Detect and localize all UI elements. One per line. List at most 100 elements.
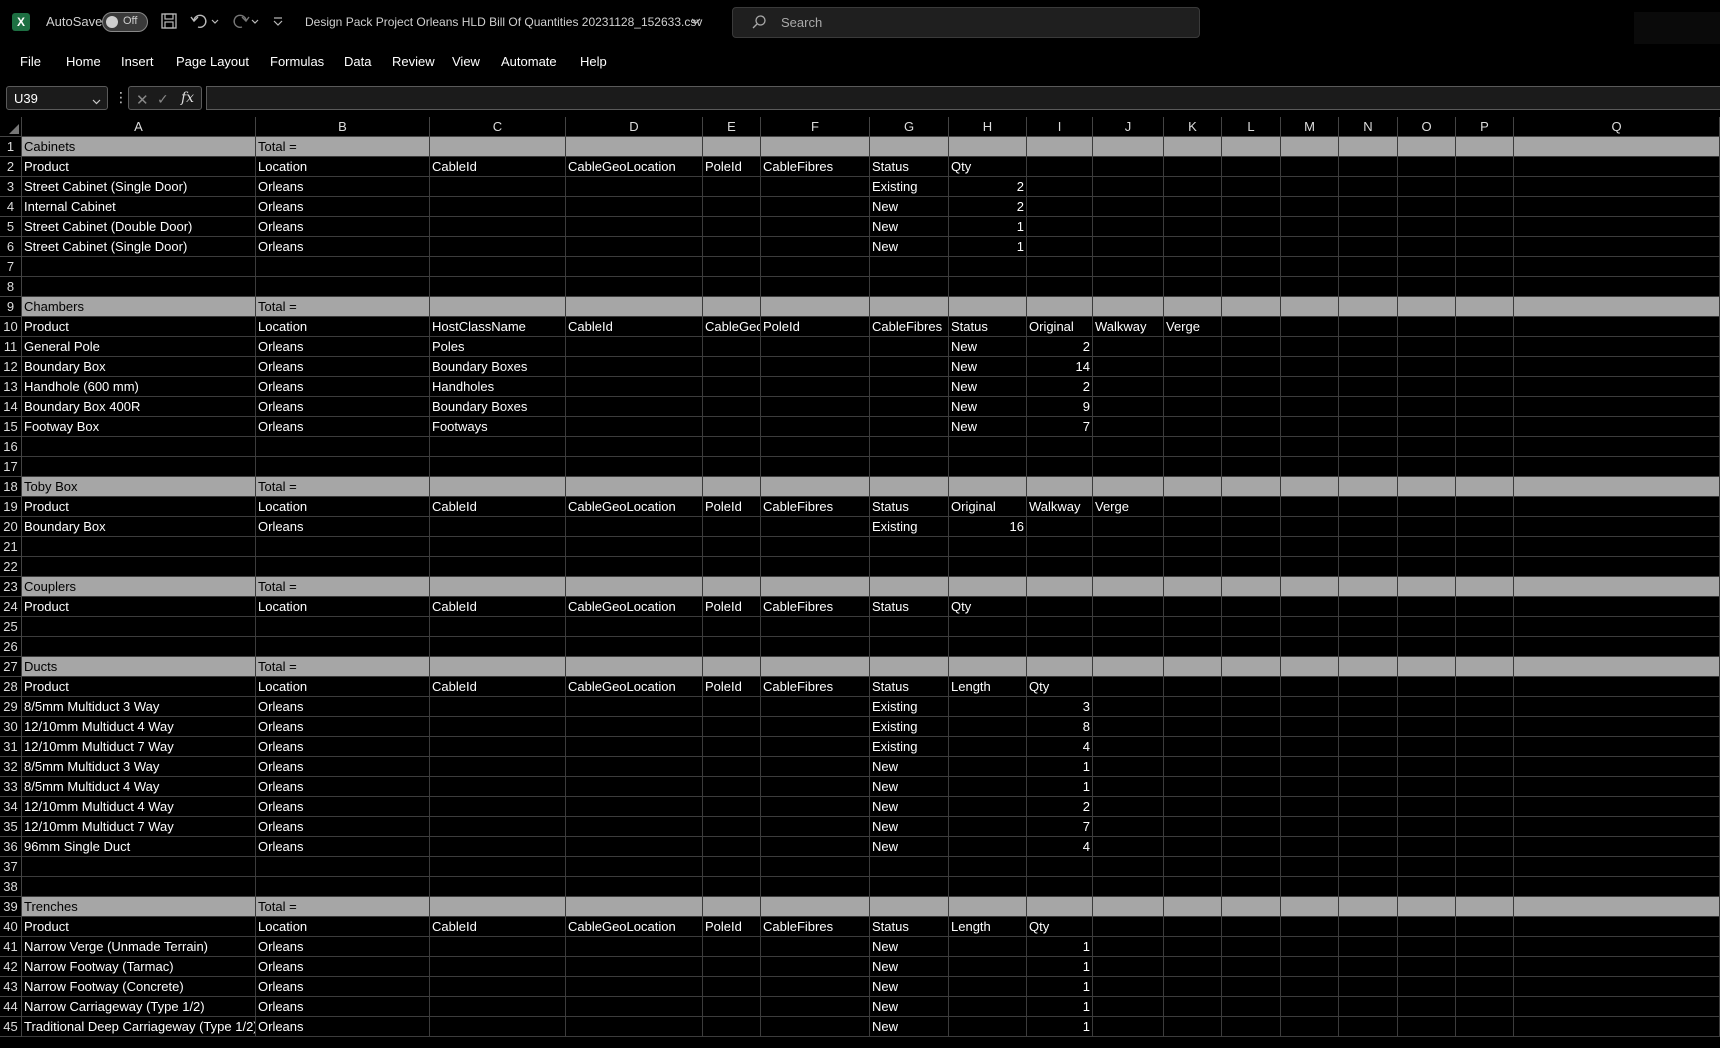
row-header[interactable]: 45: [0, 1017, 22, 1037]
cell-p31[interactable]: [1456, 737, 1514, 757]
cell-m38[interactable]: [1281, 877, 1339, 897]
cell-j34[interactable]: [1093, 797, 1164, 817]
cell-h17[interactable]: [949, 457, 1027, 477]
cell-d29[interactable]: [566, 697, 703, 717]
cell-b42[interactable]: Orleans: [256, 957, 430, 977]
cell-n42[interactable]: [1339, 957, 1398, 977]
cell-f22[interactable]: [761, 557, 870, 577]
cell-d11[interactable]: [566, 337, 703, 357]
cell-j44[interactable]: [1093, 997, 1164, 1017]
column-header-g[interactable]: G: [870, 117, 949, 137]
cell-l10[interactable]: [1222, 317, 1281, 337]
cell-l41[interactable]: [1222, 937, 1281, 957]
cell-i24[interactable]: [1027, 597, 1093, 617]
cell-k36[interactable]: [1164, 837, 1222, 857]
cell-f13[interactable]: [761, 377, 870, 397]
cell-j43[interactable]: [1093, 977, 1164, 997]
cell-f4[interactable]: [761, 197, 870, 217]
column-header-o[interactable]: O: [1398, 117, 1456, 137]
column-header-c[interactable]: C: [430, 117, 566, 137]
cell-j17[interactable]: [1093, 457, 1164, 477]
cell-o9[interactable]: [1398, 297, 1456, 317]
cell-m39[interactable]: [1281, 897, 1339, 917]
cell-o14[interactable]: [1398, 397, 1456, 417]
cell-d27[interactable]: [566, 657, 703, 677]
cell-p1[interactable]: [1456, 137, 1514, 157]
cell-j14[interactable]: [1093, 397, 1164, 417]
cell-l39[interactable]: [1222, 897, 1281, 917]
cell-a25[interactable]: [22, 617, 256, 637]
cell-a35[interactable]: 12/10mm Multiduct 7 Way: [22, 817, 256, 837]
cell-a17[interactable]: [22, 457, 256, 477]
cell-p24[interactable]: [1456, 597, 1514, 617]
cell-b7[interactable]: [256, 257, 430, 277]
cell-l24[interactable]: [1222, 597, 1281, 617]
cell-n30[interactable]: [1339, 717, 1398, 737]
cell-e27[interactable]: [703, 657, 761, 677]
cell-m18[interactable]: [1281, 477, 1339, 497]
cell-h45[interactable]: [949, 1017, 1027, 1037]
cell-l29[interactable]: [1222, 697, 1281, 717]
column-header-a[interactable]: A: [22, 117, 256, 137]
row-header[interactable]: 32: [0, 757, 22, 777]
cell-m35[interactable]: [1281, 817, 1339, 837]
cell-f45[interactable]: [761, 1017, 870, 1037]
cell-b1[interactable]: Total =: [256, 137, 430, 157]
cell-o30[interactable]: [1398, 717, 1456, 737]
tab-file[interactable]: File: [20, 54, 41, 69]
cell-p35[interactable]: [1456, 817, 1514, 837]
cell-j39[interactable]: [1093, 897, 1164, 917]
cell-h39[interactable]: [949, 897, 1027, 917]
row-header[interactable]: 35: [0, 817, 22, 837]
cell-l15[interactable]: [1222, 417, 1281, 437]
column-header-e[interactable]: E: [703, 117, 761, 137]
cell-m13[interactable]: [1281, 377, 1339, 397]
cell-k14[interactable]: [1164, 397, 1222, 417]
cell-a32[interactable]: 8/5mm Multiduct 3 Way: [22, 757, 256, 777]
cell-j10[interactable]: Walkway: [1093, 317, 1164, 337]
cell-m26[interactable]: [1281, 637, 1339, 657]
cell-p15[interactable]: [1456, 417, 1514, 437]
cell-d14[interactable]: [566, 397, 703, 417]
cell-n1[interactable]: [1339, 137, 1398, 157]
cell-h37[interactable]: [949, 857, 1027, 877]
cell-c35[interactable]: [430, 817, 566, 837]
cell-g25[interactable]: [870, 617, 949, 637]
cell-f33[interactable]: [761, 777, 870, 797]
cell-e19[interactable]: PoleId: [703, 497, 761, 517]
cell-n22[interactable]: [1339, 557, 1398, 577]
cell-q13[interactable]: [1514, 377, 1720, 397]
cell-b29[interactable]: Orleans: [256, 697, 430, 717]
cell-h10[interactable]: Status: [949, 317, 1027, 337]
cell-h4[interactable]: 2: [949, 197, 1027, 217]
cell-a7[interactable]: [22, 257, 256, 277]
cell-p26[interactable]: [1456, 637, 1514, 657]
cell-d45[interactable]: [566, 1017, 703, 1037]
cell-m43[interactable]: [1281, 977, 1339, 997]
cell-o42[interactable]: [1398, 957, 1456, 977]
cell-i21[interactable]: [1027, 537, 1093, 557]
cell-p32[interactable]: [1456, 757, 1514, 777]
cell-b28[interactable]: Location: [256, 677, 430, 697]
cell-o12[interactable]: [1398, 357, 1456, 377]
autosave-toggle[interactable]: Off: [102, 12, 148, 32]
row-header[interactable]: 23: [0, 577, 22, 597]
cell-c9[interactable]: [430, 297, 566, 317]
cell-a43[interactable]: Narrow Footway (Concrete): [22, 977, 256, 997]
cell-e7[interactable]: [703, 257, 761, 277]
cell-g28[interactable]: Status: [870, 677, 949, 697]
cell-d17[interactable]: [566, 457, 703, 477]
cell-l12[interactable]: [1222, 357, 1281, 377]
cell-p44[interactable]: [1456, 997, 1514, 1017]
cell-k20[interactable]: [1164, 517, 1222, 537]
cell-m25[interactable]: [1281, 617, 1339, 637]
row-header[interactable]: 43: [0, 977, 22, 997]
cell-a22[interactable]: [22, 557, 256, 577]
cell-m34[interactable]: [1281, 797, 1339, 817]
cell-l43[interactable]: [1222, 977, 1281, 997]
column-header-n[interactable]: N: [1339, 117, 1398, 137]
cell-a12[interactable]: Boundary Box: [22, 357, 256, 377]
cell-p13[interactable]: [1456, 377, 1514, 397]
cell-k12[interactable]: [1164, 357, 1222, 377]
cell-m33[interactable]: [1281, 777, 1339, 797]
